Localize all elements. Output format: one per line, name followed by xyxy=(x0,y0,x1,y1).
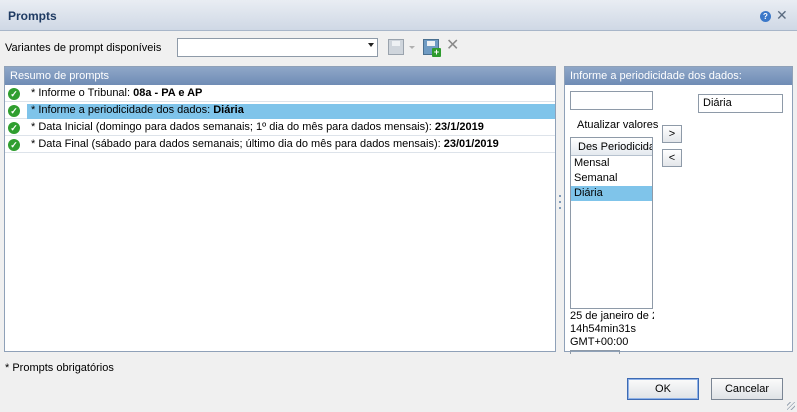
panel-splitter[interactable] xyxy=(559,195,562,219)
list-item[interactable]: Mensal xyxy=(571,156,652,171)
remove-value-button[interactable]: < xyxy=(662,149,682,167)
check-icon: ✓ xyxy=(8,88,20,100)
list-item[interactable]: Diária xyxy=(571,186,652,201)
horizontal-scrollbar[interactable] xyxy=(570,350,620,354)
save-as-icon[interactable]: + xyxy=(423,39,441,57)
variant-toolbar: Variantes de prompt disponíveis + ✕ xyxy=(0,35,797,61)
chevron-down-icon[interactable] xyxy=(409,46,415,49)
chevron-down-icon xyxy=(368,43,374,47)
variants-label: Variantes de prompt disponíveis xyxy=(5,42,162,54)
prompt-value: 08a - PA e AP xyxy=(133,87,203,99)
prompt-label: * Informe a periodicidade dos dados: xyxy=(31,104,214,116)
prompt-label: * Data Final (sábado para dados semanais… xyxy=(31,138,444,150)
prompt-value: 23/01/2019 xyxy=(443,138,499,150)
check-icon: ✓ xyxy=(8,105,20,117)
prompt-row[interactable]: ✓ * Data Final (sábado para dados semanai… xyxy=(5,136,555,153)
prompt-row[interactable]: ✓ * Data Inicial (domingo para dados sema… xyxy=(5,119,555,136)
last-refresh-timestamp: 25 de janeiro de 2 14h54min31s GMT+00:00 xyxy=(570,310,654,354)
values-list[interactable]: Des Periodicidade MensalSemanalDiária xyxy=(570,137,653,309)
prompt-label: * Informe o Tribunal: xyxy=(31,87,134,99)
timestamp-line-2: 14h54min31s xyxy=(570,323,637,335)
prompt-row[interactable]: ✓ * Informe o Tribunal: 08a - PA e AP xyxy=(5,85,555,102)
variant-select[interactable] xyxy=(177,38,378,57)
add-value-button[interactable]: > xyxy=(662,125,682,143)
values-list-header: Des Periodicidade xyxy=(571,138,652,156)
resize-grip-icon[interactable] xyxy=(787,402,795,410)
timestamp-line-3: GMT+00:00 xyxy=(570,336,629,348)
periodicity-panel: Informe a periodicidade dos dados: Diári… xyxy=(564,66,793,354)
prompt-value: Diária xyxy=(213,104,244,116)
selected-value-field[interactable]: Diária xyxy=(698,94,783,113)
close-icon[interactable]: ✕ xyxy=(776,7,788,24)
prompt-summary-header: Resumo de prompts xyxy=(5,67,555,85)
check-icon: ✓ xyxy=(8,122,20,134)
prompt-row[interactable]: ✓ * Informe a periodicidade dos dados: Di… xyxy=(5,102,555,119)
prompt-summary-list: ✓ * Informe o Tribunal: 08a - PA e AP ✓ * I… xyxy=(5,85,555,153)
prompt-row-text: * Data Inicial (domingo para dados seman… xyxy=(26,121,488,136)
prompt-row-text: * Informe o Tribunal: 08a - PA e AP xyxy=(26,87,206,102)
dialog-title: Prompts xyxy=(8,9,57,23)
delete-icon[interactable]: ✕ xyxy=(446,38,459,54)
list-item[interactable]: Semanal xyxy=(571,171,652,186)
prompt-value: 23/1/2019 xyxy=(434,121,484,133)
dialog-titlebar: Prompts ? ✕ xyxy=(0,0,797,31)
values-list-items: Mensal Semanal Diária xyxy=(571,156,652,201)
prompt-summary-panel: Resumo de prompts ✓ * Informe o Tribunal:… xyxy=(4,66,556,352)
required-note: * Prompts obrigatórios xyxy=(5,362,114,374)
help-icon[interactable]: ? xyxy=(760,11,771,22)
prompt-label: * Data Inicial (domingo para dados seman… xyxy=(31,121,435,133)
ok-button[interactable]: OK xyxy=(627,378,699,400)
periodicity-header: Informe a periodicidade dos dados: xyxy=(565,67,792,85)
prompt-row-text: * Informe a periodicidade dos dados: Diá… xyxy=(27,104,555,119)
search-input[interactable] xyxy=(570,91,653,110)
cancel-button[interactable]: Cancelar xyxy=(711,378,783,400)
save-icon[interactable] xyxy=(388,39,404,55)
refresh-values-link[interactable]: Atualizar valores xyxy=(577,119,659,131)
timestamp-line-1: 25 de janeiro de 2 xyxy=(570,310,654,322)
prompt-row-text: * Data Final (sábado para dados semanais… xyxy=(26,138,503,153)
check-icon: ✓ xyxy=(8,139,20,151)
